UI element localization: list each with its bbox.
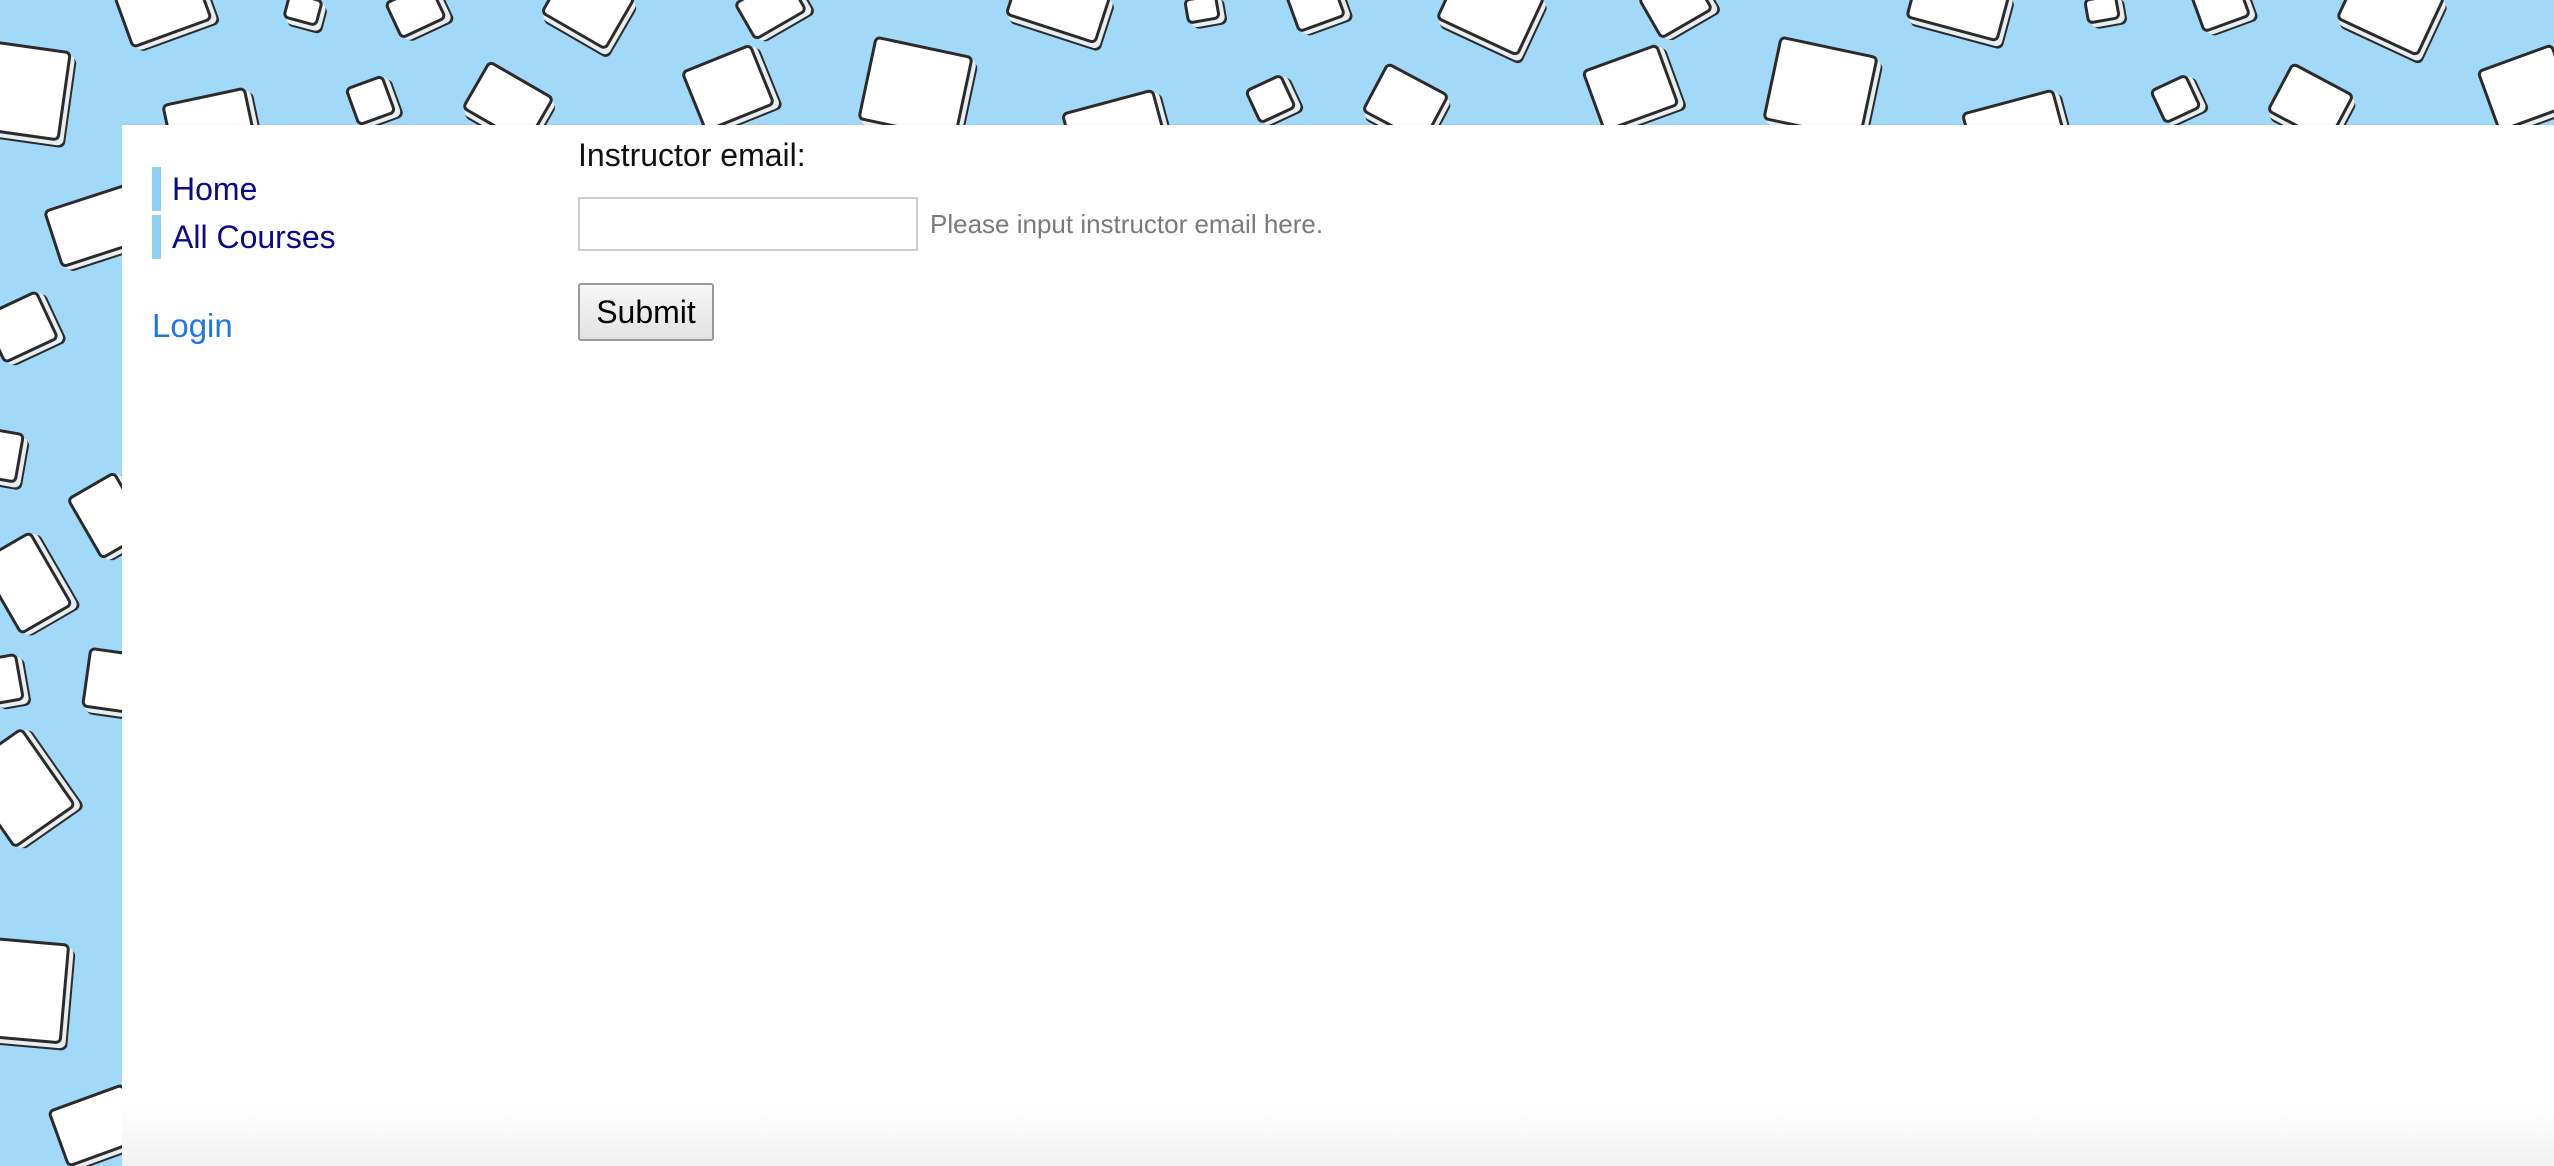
- book-icon: [1183, 0, 1221, 25]
- book-icon: [0, 289, 60, 365]
- login-link[interactable]: Login: [152, 307, 532, 345]
- book-icon: [1284, 0, 1347, 34]
- email-hint-text: Please input instructor email here.: [930, 208, 1324, 239]
- book-icon: [281, 0, 325, 28]
- instructor-email-form: Instructor email: Please input instructo…: [578, 133, 1323, 341]
- content-panel: Home All Courses Login Instructor email:…: [122, 125, 2554, 1166]
- book-icon: [1581, 43, 1680, 133]
- book-icon: [1637, 0, 1714, 41]
- sidebar-nav: Home All Courses Login: [152, 167, 532, 345]
- sidebar-item-home[interactable]: Home: [152, 167, 532, 211]
- book-icon: [383, 0, 448, 40]
- submit-button[interactable]: Submit: [578, 283, 714, 341]
- book-icon: [2083, 0, 2121, 25]
- book-icon: [344, 74, 397, 127]
- email-input-row: Please input instructor email here.: [578, 197, 1323, 251]
- book-icon: [0, 652, 25, 706]
- panel-bottom-fade: [122, 1106, 2554, 1166]
- book-icon: [2335, 0, 2446, 58]
- book-icon: [733, 0, 808, 42]
- book-icon: [1243, 73, 1298, 125]
- book-icon: [539, 0, 637, 51]
- book-icon: [0, 936, 71, 1045]
- book-icon: [2148, 73, 2203, 125]
- book-icon: [0, 726, 77, 850]
- book-icon: [113, 0, 213, 50]
- instructor-email-input[interactable]: [578, 197, 918, 251]
- book-icon: [1905, 0, 2011, 43]
- sidebar-item-all-courses[interactable]: All Courses: [152, 215, 532, 259]
- book-icon: [0, 530, 74, 636]
- book-icon: [0, 39, 72, 142]
- book-icon: [2476, 43, 2554, 133]
- book-icon: [680, 43, 776, 133]
- book-icon: [1435, 0, 1546, 58]
- instructor-email-label: Instructor email:: [578, 137, 806, 173]
- book-icon: [1004, 0, 1112, 45]
- book-icon: [2189, 0, 2252, 34]
- book-icon: [0, 427, 26, 484]
